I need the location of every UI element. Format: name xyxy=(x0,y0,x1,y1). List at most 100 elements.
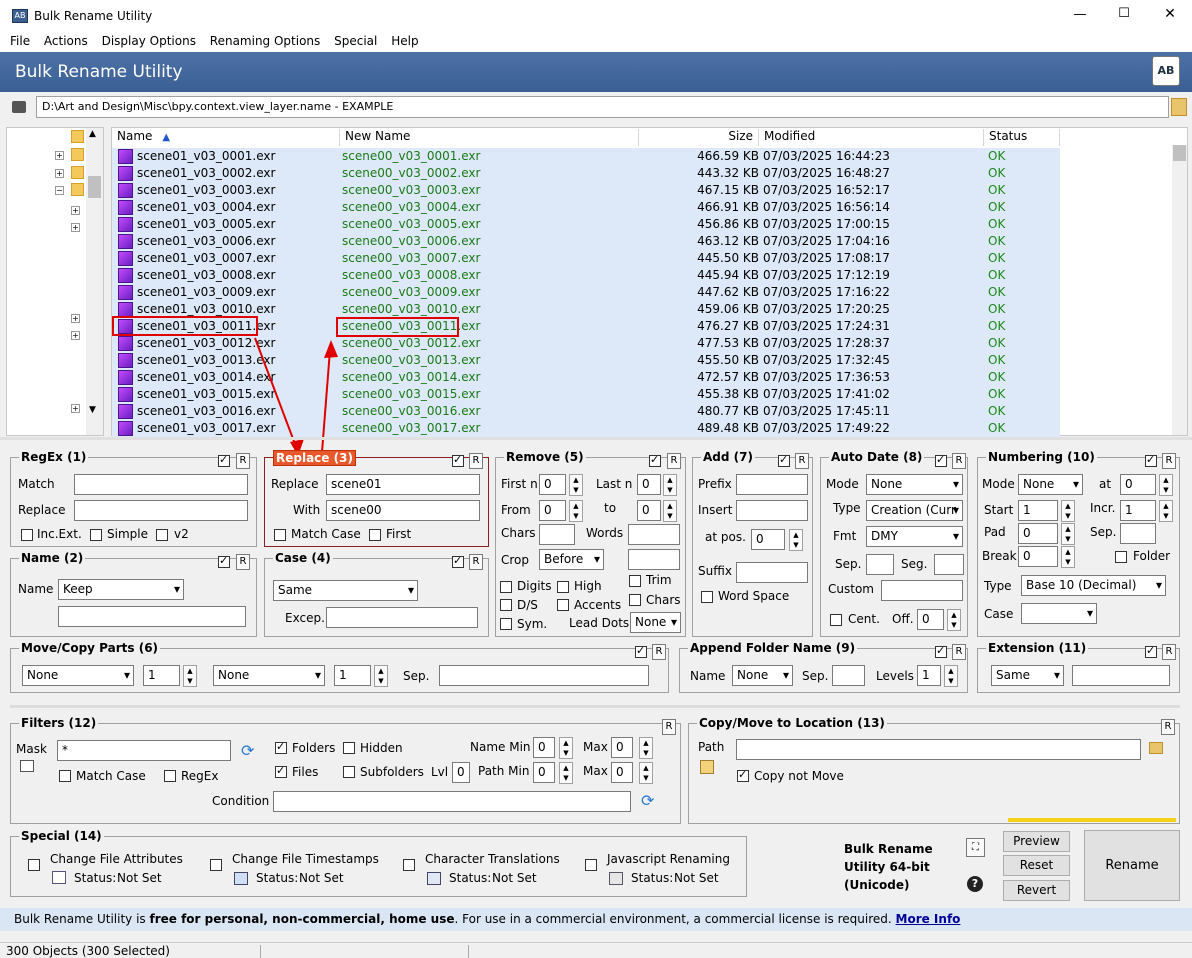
replace-first-checkbox[interactable] xyxy=(369,529,381,541)
tree-expand-icon[interactable]: + xyxy=(71,404,80,413)
filters-name-min-input[interactable]: 0 xyxy=(533,737,555,758)
remove-first-n-input[interactable]: 0 xyxy=(539,474,566,495)
appendfolder-sep-input[interactable] xyxy=(832,665,865,686)
more-info-link[interactable]: More Info xyxy=(896,912,961,926)
menu-special[interactable]: Special xyxy=(329,33,382,48)
remove-digits-checkbox[interactable] xyxy=(500,581,512,593)
remove-crop-select[interactable]: Before xyxy=(539,549,604,570)
filters-name-min-spinner[interactable]: ▲ ▼ xyxy=(559,737,573,759)
file-row[interactable]: scene01_v03_0006.exr scene00_v03_0006.exr… xyxy=(112,233,1060,250)
special-translations-checkbox[interactable] xyxy=(403,859,415,871)
replace-reset-button[interactable]: R xyxy=(469,453,483,469)
tree-scrollbar[interactable]: ▲ ▼ xyxy=(86,128,103,435)
filters-condition-input[interactable] xyxy=(273,791,631,812)
regex-reset-button[interactable]: R xyxy=(236,453,250,469)
numbering-break-input[interactable]: 0 xyxy=(1018,546,1058,567)
numbering-start-spinner[interactable]: ▲ ▼ xyxy=(1061,500,1075,522)
movecopy-select-1[interactable]: None xyxy=(22,665,134,686)
remove-enable-checkbox[interactable] xyxy=(649,453,661,467)
numbering-start-input[interactable]: 1 xyxy=(1018,500,1058,521)
regex-incext-checkbox[interactable] xyxy=(21,529,33,541)
tree-expand-icon[interactable]: + xyxy=(55,151,64,160)
filters-max2-input[interactable]: 0 xyxy=(611,762,633,783)
special-attrs-checkbox[interactable] xyxy=(28,859,40,871)
numbering-at-input[interactable]: 0 xyxy=(1120,474,1156,495)
tree-expand-icon[interactable]: + xyxy=(71,331,80,340)
name-reset-button[interactable]: R xyxy=(236,554,250,570)
remove-chars-input[interactable] xyxy=(539,524,575,545)
autodate-reset-button[interactable]: R xyxy=(952,453,966,469)
movecopy-spinner-1[interactable]: ▲ ▼ xyxy=(183,665,197,687)
numbering-reset-button[interactable]: R xyxy=(1162,453,1176,469)
mask-options-icon[interactable] xyxy=(20,760,34,772)
numbering-case-select[interactable] xyxy=(1021,603,1097,624)
remove-ds-checkbox[interactable] xyxy=(500,599,512,611)
file-row[interactable]: scene01_v03_0003.exr scene00_v03_0003.exr… xyxy=(112,182,1060,199)
filters-match-case-checkbox[interactable] xyxy=(59,770,71,782)
help-icon[interactable]: ? xyxy=(967,876,983,892)
fullscreen-icon[interactable]: ⛶ xyxy=(966,838,985,857)
file-row[interactable]: scene01_v03_0007.exr scene00_v03_0007.exr… xyxy=(112,250,1060,267)
scroll-down-icon[interactable]: ▼ xyxy=(89,405,96,415)
add-suffix-input[interactable] xyxy=(736,562,808,583)
autodate-cent-checkbox[interactable] xyxy=(830,614,842,626)
regex-match-input[interactable] xyxy=(74,474,248,495)
autodate-mode-select[interactable]: None xyxy=(866,474,963,495)
autodate-type-select[interactable]: Creation (Curr xyxy=(866,500,963,521)
numbering-sep-input[interactable] xyxy=(1120,523,1156,544)
appendfolder-reset-button[interactable]: R xyxy=(952,644,966,660)
filters-max2-spinner[interactable]: ▲ ▼ xyxy=(639,762,653,784)
filters-reset-button[interactable]: R xyxy=(662,719,676,735)
filters-max-input[interactable]: 0 xyxy=(611,737,633,758)
scroll-thumb[interactable] xyxy=(1173,145,1186,161)
remove-high-checkbox[interactable] xyxy=(557,581,569,593)
appendfolder-name-select[interactable]: None xyxy=(732,665,793,686)
autodate-off-input[interactable]: 0 xyxy=(917,609,944,630)
add-word-space-checkbox[interactable] xyxy=(701,591,713,603)
add-prefix-input[interactable] xyxy=(736,474,808,495)
tree-expand-icon[interactable]: + xyxy=(71,206,80,215)
regex-enable-checkbox[interactable] xyxy=(218,453,230,467)
numbering-at-spinner[interactable]: ▲ ▼ xyxy=(1159,474,1173,496)
movecopy-select-2[interactable]: None xyxy=(213,665,325,686)
filters-folders-checkbox[interactable] xyxy=(275,740,287,754)
special-javascript-checkbox[interactable] xyxy=(585,859,597,871)
filters-files-checkbox[interactable] xyxy=(275,764,287,778)
special-timestamps-checkbox[interactable] xyxy=(210,859,222,871)
copymove-path-input[interactable] xyxy=(736,739,1141,760)
revert-button[interactable]: Revert xyxy=(1003,880,1070,901)
copymove-copy-checkbox[interactable] xyxy=(737,768,749,782)
name-enable-checkbox[interactable] xyxy=(218,554,230,568)
file-row[interactable]: scene01_v03_0001.exr scene00_v03_0001.exr… xyxy=(112,148,1060,165)
regex-simple-checkbox[interactable] xyxy=(90,529,102,541)
name-select[interactable]: Keep xyxy=(58,579,184,600)
numbering-enable-checkbox[interactable] xyxy=(1145,453,1157,467)
filters-lvl-input[interactable]: 0 xyxy=(452,762,470,783)
numbering-incr-input[interactable]: 1 xyxy=(1120,500,1156,521)
copymove-reset-button[interactable]: R xyxy=(1161,719,1175,735)
file-row[interactable]: scene01_v03_0005.exr scene00_v03_0005.exr… xyxy=(112,216,1060,233)
extension-enable-checkbox[interactable] xyxy=(1145,644,1157,658)
remove-reset-button[interactable]: R xyxy=(667,453,681,469)
scroll-thumb[interactable] xyxy=(88,176,101,198)
scroll-up-icon[interactable]: ▲ xyxy=(89,129,96,139)
remove-first-n-spinner[interactable]: ▲ ▼ xyxy=(569,474,583,496)
movecopy-num-2[interactable]: 1 xyxy=(334,665,371,686)
tree-expand-icon[interactable]: + xyxy=(71,314,80,323)
tree-collapse-icon[interactable]: − xyxy=(55,186,64,195)
movecopy-spinner-2[interactable]: ▲ ▼ xyxy=(374,665,388,687)
remove-crop-input[interactable] xyxy=(628,549,680,570)
col-header-name[interactable]: Name ▲ xyxy=(112,129,340,146)
menu-help[interactable]: Help xyxy=(386,33,423,48)
appendfolder-enable-checkbox[interactable] xyxy=(935,644,947,658)
reset-button[interactable]: Reset xyxy=(1003,855,1070,876)
numbering-type-select[interactable]: Base 10 (Decimal) xyxy=(1021,575,1166,596)
menu-file[interactable]: File xyxy=(5,33,35,48)
menu-display-options[interactable]: Display Options xyxy=(97,33,201,48)
remove-last-n-spinner[interactable]: ▲ ▼ xyxy=(663,474,677,496)
preview-button[interactable]: Preview xyxy=(1003,831,1070,852)
regex-v2-checkbox[interactable] xyxy=(156,529,168,541)
replace-with-input[interactable]: scene00 xyxy=(326,500,480,521)
menu-renaming-options[interactable]: Renaming Options xyxy=(205,33,326,48)
remove-to-spinner[interactable]: ▲ ▼ xyxy=(663,500,677,522)
